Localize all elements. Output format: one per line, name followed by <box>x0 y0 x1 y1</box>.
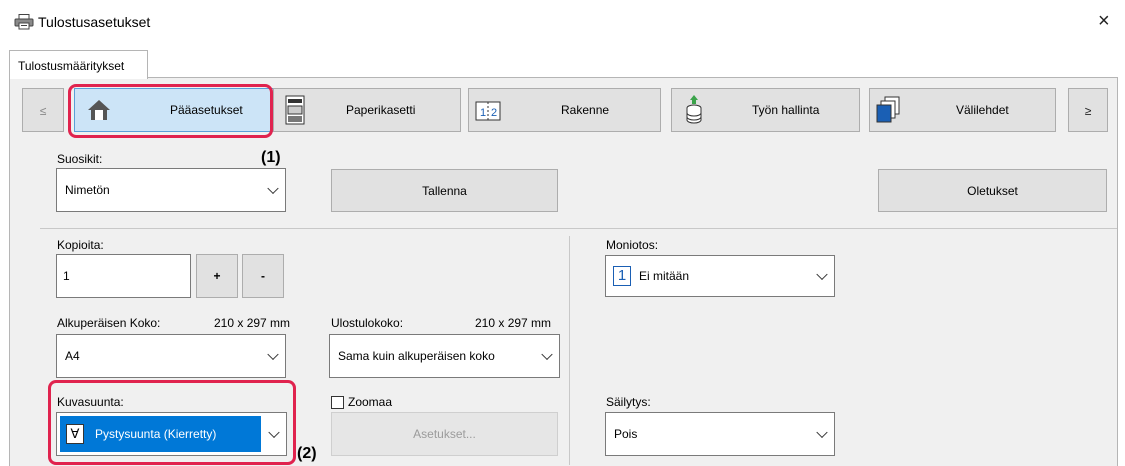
chevron-down-icon <box>816 268 828 281</box>
nup-label: Moniotos: <box>606 238 659 252</box>
nav-item-label: Paperikasetti <box>346 103 416 117</box>
chevron-down-icon <box>816 426 828 439</box>
job-storage-icon <box>685 95 703 128</box>
nav-item-job-handling[interactable]: Työn hallinta <box>671 88 860 132</box>
nav-item-paper-tray[interactable]: Paperikasetti <box>273 88 461 132</box>
paper-tray-icon <box>285 95 305 128</box>
callout-1: (1) <box>261 149 281 166</box>
defaults-button[interactable]: Oletukset <box>878 169 1107 212</box>
output-size-label: Ulostulokoko: <box>331 316 404 330</box>
favorites-select[interactable]: Nimetön <box>56 168 286 212</box>
copies-increment-button[interactable]: + <box>196 254 238 298</box>
original-size-dimensions: 210 x 297 mm <box>214 316 291 330</box>
retention-label: Säilytys: <box>606 395 651 409</box>
orientation-label: Kuvasuunta: <box>57 395 124 409</box>
highlight-main-settings <box>68 84 273 138</box>
nav-item-layout[interactable]: 1 2 Rakenne <box>468 88 661 132</box>
window-title: Tulostusasetukset <box>38 14 151 30</box>
favorites-label: Suosikit: <box>57 152 103 166</box>
layout-icon: 1 2 <box>475 101 501 124</box>
chevron-down-icon <box>267 348 279 361</box>
retention-select[interactable]: Pois <box>605 412 835 456</box>
svg-text:1: 1 <box>480 107 486 119</box>
nav-item-label: Välilehdet <box>956 103 1009 117</box>
original-size-select[interactable]: A4 <box>56 334 286 378</box>
nav-item-tab-pages[interactable]: Välilehdet <box>869 88 1056 132</box>
nup-select[interactable]: 1 Ei mitään <box>605 255 835 297</box>
nav-next-button[interactable]: ≥ <box>1068 88 1108 132</box>
save-button[interactable]: Tallenna <box>331 169 558 212</box>
copies-input[interactable]: 1 <box>56 254 191 298</box>
title-bar <box>0 0 1125 44</box>
nav-item-label: Rakenne <box>561 103 610 117</box>
chevron-down-icon <box>541 348 553 361</box>
portrait-rotated-icon: ∀ <box>66 424 84 444</box>
close-button[interactable]: × <box>1098 10 1110 33</box>
chevron-down-icon <box>268 426 280 439</box>
output-size-select[interactable]: Sama kuin alkuperäisen koko <box>329 334 560 378</box>
orientation-select[interactable]: ∀ Pystysuunta (Kierretty) <box>56 412 287 456</box>
zoom-label: Zoomaa <box>348 395 393 409</box>
nup-icon: 1 <box>613 266 631 286</box>
copies-label: Kopioita: <box>57 238 104 252</box>
divider <box>40 228 1117 229</box>
tab-label: Tulostusmääritykset <box>18 59 125 73</box>
nav-item-label: Työn hallinta <box>752 103 820 117</box>
tab-print-settings[interactable]: Tulostusmääritykset <box>9 50 148 79</box>
callout-2: (2) <box>297 445 317 462</box>
column-divider <box>569 236 570 465</box>
output-size-dimensions: 210 x 297 mm <box>475 316 552 330</box>
svg-text:2: 2 <box>491 107 497 119</box>
nav-prev-button[interactable]: ≤ <box>22 88 64 132</box>
original-size-label: Alkuperäisen Koko: <box>57 316 161 330</box>
chevron-down-icon <box>267 182 279 195</box>
tab-pages-icon <box>875 96 901 127</box>
zoom-checkbox[interactable] <box>331 396 344 409</box>
copies-decrement-button[interactable]: - <box>242 254 284 298</box>
zoom-settings-button[interactable]: Asetukset... <box>331 412 558 456</box>
printer-icon <box>14 14 34 30</box>
